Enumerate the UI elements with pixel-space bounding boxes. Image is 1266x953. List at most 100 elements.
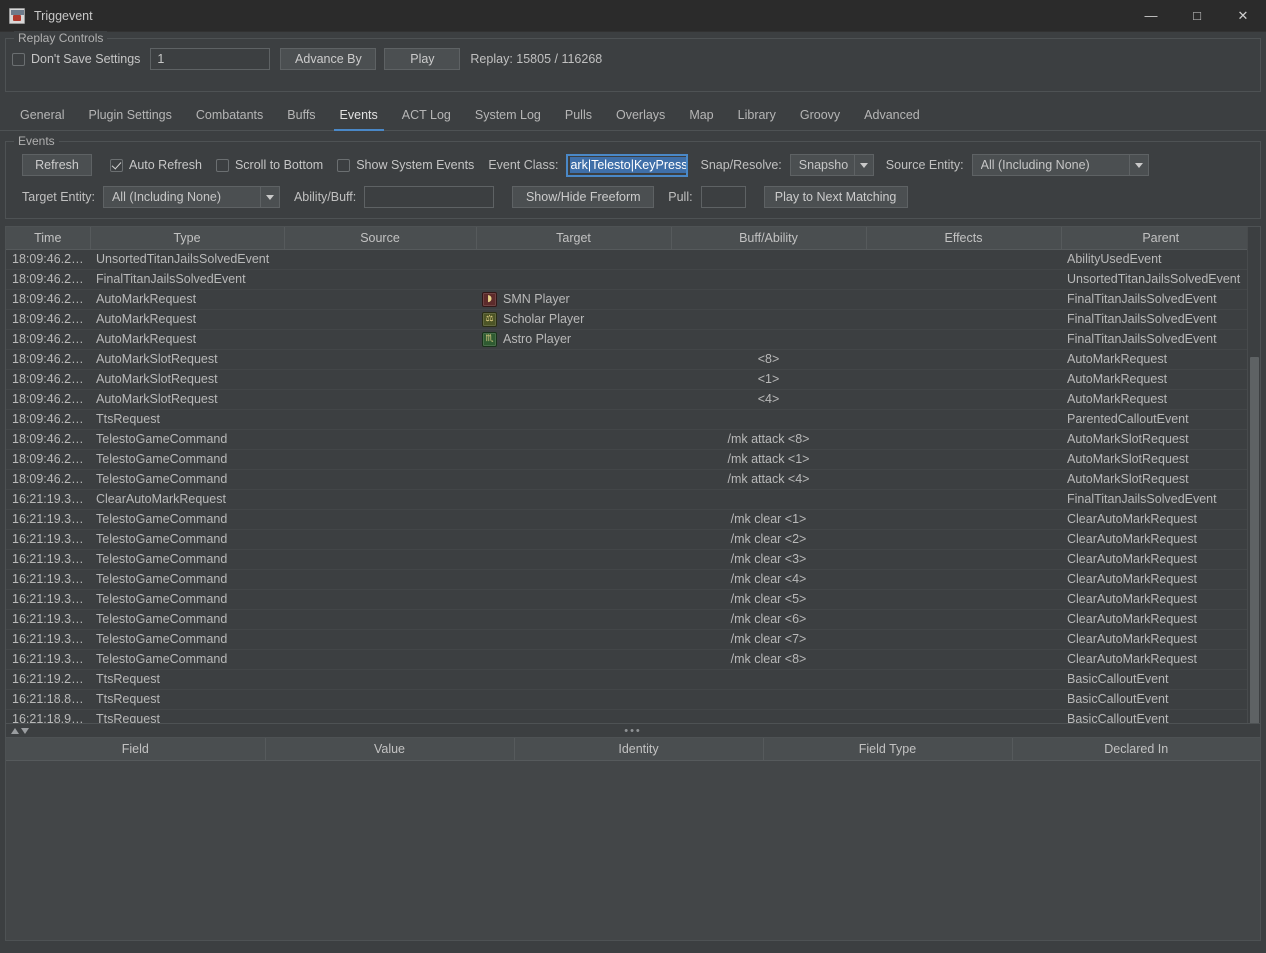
tab-combatants[interactable]: Combatants bbox=[184, 100, 275, 130]
auto-refresh-checkbox[interactable]: Auto Refresh bbox=[110, 158, 202, 172]
table-row[interactable]: 16:21:19.379 ClearAutoMarkRequest FinalTit… bbox=[6, 489, 1260, 510]
detail-column-header[interactable]: Declared In bbox=[1012, 738, 1260, 761]
table-row[interactable]: 18:09:46.269 FinalTitanJailsSolvedEvent Un… bbox=[6, 269, 1260, 290]
table-row[interactable]: 18:09:46.269 AutoMarkRequest ♏ Astro Player… bbox=[6, 329, 1260, 350]
tab-act-log[interactable]: ACT Log bbox=[390, 100, 463, 130]
collapse-down-icon[interactable] bbox=[21, 727, 29, 734]
cell-effects bbox=[866, 529, 1061, 550]
target-entity-dropdown[interactable]: All (Including None) bbox=[102, 186, 280, 208]
event-class-input[interactable]: ark|Telesto|KeyPress/ bbox=[566, 153, 689, 177]
show-system-events-checkbox[interactable]: Show System Events bbox=[337, 158, 474, 172]
cell-time: 18:09:46.269 bbox=[6, 349, 90, 370]
tab-label: Buffs bbox=[287, 108, 316, 122]
cell-type: TelestoGameCommand bbox=[90, 529, 284, 550]
cell-source bbox=[284, 409, 476, 430]
show-hide-freeform-button[interactable]: Show/Hide Freeform bbox=[512, 186, 655, 208]
tab-buffs[interactable]: Buffs bbox=[275, 100, 327, 130]
events-filter-group: Events Refresh Auto Refresh Scroll to Bo… bbox=[5, 134, 1261, 219]
table-row[interactable]: 18:09:46.269 AutoMarkRequest ◗ SMN Player Fi… bbox=[6, 289, 1260, 310]
tab-plugin-settings[interactable]: Plugin Settings bbox=[76, 100, 183, 130]
table-row[interactable]: 16:21:19.379 TelestoGameCommand/mk clear … bbox=[6, 529, 1260, 550]
scroll-to-bottom-checkbox[interactable]: Scroll to Bottom bbox=[215, 158, 323, 172]
table-row[interactable]: 18:09:46.269 AutoMarkSlotRequest <8> AutoMa… bbox=[6, 349, 1260, 370]
events-column-header[interactable]: Effects bbox=[866, 227, 1062, 250]
events-column-header[interactable]: Type bbox=[90, 227, 285, 250]
table-row[interactable]: 16:21:19.379 TelestoGameCommand/mk clear … bbox=[6, 629, 1260, 650]
detail-column-header[interactable]: Field Type bbox=[763, 738, 1013, 761]
refresh-button[interactable]: Refresh bbox=[22, 154, 92, 176]
detail-header-row: Field Value Identity Field Type Declared In bbox=[6, 738, 1260, 761]
table-row[interactable]: 18:09:46.269 TelestoGameCommand/mk attack… bbox=[6, 429, 1260, 450]
table-row[interactable]: 18:09:46.269 TtsRequest ParentedCalloutEve… bbox=[6, 409, 1260, 430]
minimize-icon[interactable]: — bbox=[1128, 0, 1174, 32]
tab-system-log[interactable]: System Log bbox=[463, 100, 553, 130]
advance-by-button[interactable]: Advance By bbox=[280, 48, 377, 70]
events-column-header[interactable]: Buff/Ability bbox=[671, 227, 867, 250]
tab-overlays[interactable]: Overlays bbox=[604, 100, 677, 130]
cell-source bbox=[284, 549, 476, 570]
cell-effects bbox=[866, 609, 1061, 630]
table-row[interactable]: 18:09:46.269 AutoMarkSlotRequest <4> AutoMa… bbox=[6, 389, 1260, 410]
tab-map[interactable]: Map bbox=[677, 100, 725, 130]
detail-column-header[interactable]: Field bbox=[6, 738, 266, 761]
cell-source bbox=[284, 309, 476, 330]
cell-type: AutoMarkSlotRequest bbox=[90, 389, 284, 410]
cell-buff-ability bbox=[671, 409, 866, 430]
table-row[interactable]: 18:09:46.269 AutoMarkRequest ⚖ Scholar Play… bbox=[6, 309, 1260, 330]
cell-effects bbox=[866, 249, 1061, 270]
table-row[interactable]: 16:21:19.379 TelestoGameCommand/mk clear … bbox=[6, 589, 1260, 610]
table-row[interactable]: 16:21:19.379 TelestoGameCommand/mk clear … bbox=[6, 649, 1260, 670]
events-column-header[interactable]: Time bbox=[6, 227, 91, 250]
close-icon[interactable]: ✕ bbox=[1220, 0, 1266, 32]
tab-groovy[interactable]: Groovy bbox=[788, 100, 852, 130]
cell-source bbox=[284, 569, 476, 590]
cell-effects bbox=[866, 689, 1061, 710]
cell-type: FinalTitanJailsSolvedEvent bbox=[90, 269, 284, 290]
cell-buff-ability: /mk clear <2> bbox=[671, 529, 866, 550]
snap-resolve-dropdown[interactable]: Snapshot bbox=[789, 154, 874, 176]
cell-source bbox=[284, 289, 476, 310]
table-row[interactable]: 16:21:19.379 TelestoGameCommand/mk clear … bbox=[6, 549, 1260, 570]
splitter-arrows[interactable] bbox=[11, 727, 29, 734]
cell-type: TtsRequest bbox=[90, 409, 284, 430]
tab-general[interactable]: General bbox=[8, 100, 76, 130]
events-column-header[interactable]: Source bbox=[284, 227, 477, 250]
detail-table-header: Field Value Identity Field Type Declared In bbox=[6, 738, 1260, 761]
cell-type: AutoMarkRequest bbox=[90, 289, 284, 310]
tab-events[interactable]: Events bbox=[328, 100, 390, 131]
detail-column-header[interactable]: Identity bbox=[514, 738, 764, 761]
table-row[interactable]: 16:21:19.379 TelestoGameCommand/mk clear … bbox=[6, 609, 1260, 630]
advance-value-input[interactable] bbox=[150, 48, 271, 70]
source-entity-dropdown[interactable]: All (Including None) bbox=[971, 154, 1149, 176]
table-row[interactable]: 18:09:46.269 TelestoGameCommand/mk attack… bbox=[6, 449, 1260, 470]
play-button[interactable]: Play bbox=[384, 48, 461, 70]
table-row[interactable]: 16:21:19.292 TtsRequest BasicCalloutEvent bbox=[6, 669, 1260, 690]
tab-pulls[interactable]: Pulls bbox=[553, 100, 604, 130]
events-column-header[interactable]: Target bbox=[476, 227, 672, 250]
table-row[interactable]: 18:09:46.269 TelestoGameCommand/mk attack… bbox=[6, 469, 1260, 490]
cell-effects bbox=[866, 389, 1061, 410]
table-row[interactable]: 16:21:18.843 TtsRequest BasicCalloutEvent bbox=[6, 689, 1260, 710]
table-row[interactable]: 18:09:46.269 UnsortedTitanJailsSolvedEven… bbox=[6, 249, 1260, 270]
table-row[interactable]: 16:21:18.972 TtsRequest BasicCalloutEvent bbox=[6, 709, 1260, 723]
tab-library[interactable]: Library bbox=[726, 100, 788, 130]
panel-splitter[interactable]: ••• bbox=[5, 724, 1261, 737]
table-row[interactable]: 16:21:19.379 TelestoGameCommand/mk clear … bbox=[6, 569, 1260, 590]
pull-input[interactable] bbox=[700, 186, 746, 208]
ability-buff-input[interactable] bbox=[364, 186, 495, 208]
table-row[interactable]: 18:09:46.269 AutoMarkSlotRequest <1> AutoMa… bbox=[6, 369, 1260, 390]
events-column-header[interactable]: Parent bbox=[1061, 227, 1260, 250]
detail-column-header[interactable]: Value bbox=[265, 738, 515, 761]
cell-source bbox=[284, 389, 476, 410]
dont-save-settings-checkbox[interactable]: Don't Save Settings bbox=[12, 52, 140, 66]
tab-advanced[interactable]: Advanced bbox=[852, 100, 932, 130]
scrollbar-thumb[interactable] bbox=[1250, 357, 1259, 723]
tab-label: Plugin Settings bbox=[88, 108, 172, 122]
table-row[interactable]: 16:21:19.379 TelestoGameCommand/mk clear … bbox=[6, 509, 1260, 530]
events-table-scrollbar[interactable] bbox=[1247, 227, 1260, 723]
play-to-next-matching-button[interactable]: Play to Next Matching bbox=[763, 186, 908, 208]
cell-target bbox=[476, 369, 671, 390]
collapse-up-icon[interactable] bbox=[11, 727, 19, 734]
detail-empty-area bbox=[6, 760, 1260, 940]
maximize-icon[interactable]: □ bbox=[1174, 0, 1220, 32]
